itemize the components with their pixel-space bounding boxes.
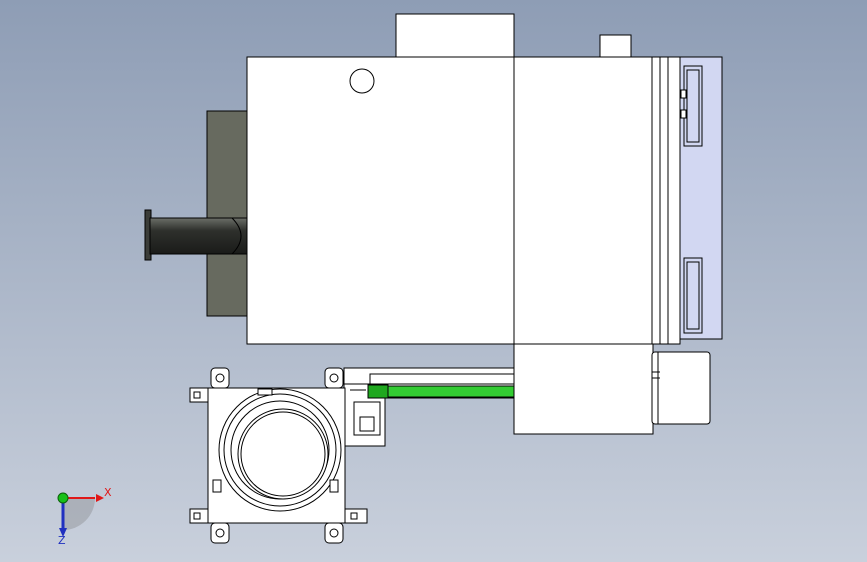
axis-z-label: Z [58,534,66,547]
body-hole[interactable] [349,68,375,94]
green-rail[interactable] [369,385,515,398]
cad-viewport[interactable]: X Z [0,0,867,562]
rear-cover-clip-2 [680,109,687,119]
lower-gear-housing[interactable] [513,343,654,435]
end-cap[interactable] [651,56,681,345]
output-shaft[interactable] [144,209,248,261]
motor-body[interactable] [246,56,515,345]
top-mount-block[interactable] [395,13,515,58]
encoder-module[interactable] [651,351,711,425]
bearing-flange[interactable] [189,367,368,544]
gearbox-body[interactable] [513,56,653,345]
mounting-flange[interactable] [206,110,249,317]
axis-x-label: X [104,486,112,499]
rear-cover-slot-top-inner [686,69,700,143]
connector-tab[interactable] [599,34,632,58]
rear-cover-slot-bottom-inner [686,261,700,330]
rear-cover-clip-1 [680,89,687,99]
